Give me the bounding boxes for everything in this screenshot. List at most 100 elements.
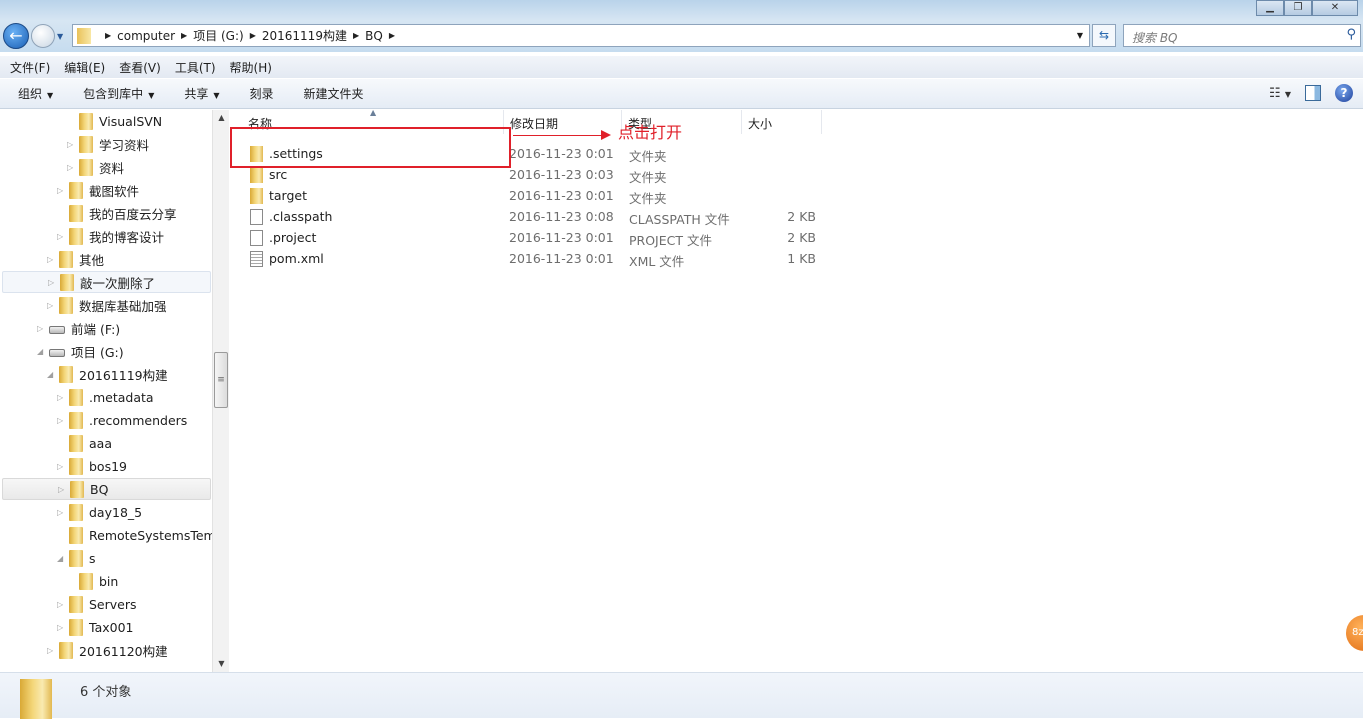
collapsed-arrow-icon[interactable]: ▷: [47, 301, 55, 310]
collapsed-arrow-icon[interactable]: ▷: [48, 278, 56, 287]
tree-item[interactable]: ▷ 其他: [2, 248, 211, 270]
column-size[interactable]: 大小: [742, 110, 822, 134]
breadcrumb-separator-icon[interactable]: ▶: [389, 31, 395, 40]
include-in-library-button[interactable]: 包含到库中 ▼: [83, 85, 154, 102]
breadcrumb-separator-icon[interactable]: ▶: [250, 31, 256, 40]
scroll-thumb[interactable]: ≡: [214, 352, 228, 408]
forward-button[interactable]: [31, 24, 55, 48]
annotation-highlight-box: [230, 127, 511, 168]
share-button[interactable]: 共享 ▼: [184, 85, 219, 102]
file-type: PROJECT 文件: [629, 233, 712, 248]
collapsed-arrow-icon[interactable]: ▷: [47, 646, 55, 655]
expanded-arrow-icon[interactable]: ◢: [37, 347, 45, 356]
collapsed-arrow-icon[interactable]: ▷: [57, 186, 65, 195]
menu-item[interactable]: 编辑(E): [64, 59, 105, 76]
tree-item[interactable]: ▷ .metadata: [2, 386, 211, 408]
back-button[interactable]: ←: [3, 23, 29, 49]
breadcrumb-item[interactable]: 项目 (G:): [193, 27, 244, 44]
tree-item[interactable]: aaa: [2, 432, 211, 454]
preview-pane-icon[interactable]: [1305, 85, 1321, 101]
help-icon[interactable]: ?: [1335, 84, 1353, 102]
tree-item-label: 20161120构建: [79, 643, 168, 659]
tree-item[interactable]: ▷ 资料: [2, 156, 211, 178]
tree-item[interactable]: 我的百度云分享: [2, 202, 211, 224]
file-row[interactable]: .project 2016-11-23 0:01 PROJECT 文件 2 KB: [230, 227, 830, 248]
breadcrumb-item[interactable]: BQ: [365, 29, 383, 43]
close-button[interactable]: ✕: [1312, 0, 1358, 16]
menu-item[interactable]: 工具(T): [175, 59, 216, 76]
tree-scrollbar[interactable]: ▲ ≡ ▼: [212, 110, 229, 672]
tree-item-label: BQ: [90, 481, 109, 497]
tree-item[interactable]: ▷ 学习资料: [2, 133, 211, 155]
file-row[interactable]: target 2016-11-23 0:01 文件夹: [230, 185, 830, 206]
collapsed-arrow-icon[interactable]: ▷: [57, 508, 65, 517]
tree-item[interactable]: ▷ 前端 (F:): [2, 317, 211, 339]
tree-item[interactable]: ▷ 截图软件: [2, 179, 211, 201]
tree-item[interactable]: ▷ 敲一次删除了: [2, 271, 211, 293]
collapsed-arrow-icon[interactable]: ▷: [57, 462, 65, 471]
file-size: 2 KB: [787, 230, 816, 245]
tree-item[interactable]: ▷ day18_5: [2, 501, 211, 523]
tree-item[interactable]: ◢ 项目 (G:): [2, 340, 211, 362]
tree-item[interactable]: ▷ Servers: [2, 593, 211, 615]
tree-item[interactable]: ◢ 20161119构建: [2, 363, 211, 385]
tree-item-label: 我的百度云分享: [89, 206, 177, 222]
tree-item[interactable]: ▷ BQ: [2, 478, 211, 500]
collapsed-arrow-icon[interactable]: ▷: [57, 232, 65, 241]
menu-item[interactable]: 帮助(H): [230, 59, 272, 76]
restore-button[interactable]: ❐: [1284, 0, 1312, 16]
search-icon[interactable]: ⚲: [1346, 27, 1356, 42]
file-row[interactable]: .classpath 2016-11-23 0:08 CLASSPATH 文件 2 K…: [230, 206, 830, 227]
tree-item[interactable]: ▷ 数据库基础加强: [2, 294, 211, 316]
file-icon: [250, 209, 263, 225]
tree-item[interactable]: ▷ .recommenders: [2, 409, 211, 431]
collapsed-arrow-icon[interactable]: ▷: [67, 140, 75, 149]
breadcrumb-separator-icon[interactable]: ▶: [105, 31, 111, 40]
expanded-arrow-icon[interactable]: ◢: [57, 554, 65, 563]
new-folder-button[interactable]: 新建文件夹: [304, 85, 364, 102]
address-dropdown-icon[interactable]: ▼: [1077, 31, 1083, 40]
file-name: src: [269, 167, 288, 182]
expanded-arrow-icon[interactable]: ◢: [47, 370, 55, 379]
tree-item[interactable]: ▷ 20161120构建: [2, 639, 211, 661]
tree-item[interactable]: ▷ 我的博客设计: [2, 225, 211, 247]
menu-item[interactable]: 文件(F): [10, 59, 50, 76]
collapsed-arrow-icon[interactable]: ▷: [57, 416, 65, 425]
file-row[interactable]: pom.xml 2016-11-23 0:01 XML 文件 1 KB: [230, 248, 830, 269]
collapsed-arrow-icon[interactable]: ▷: [58, 485, 66, 494]
scroll-down-icon[interactable]: ▼: [213, 656, 230, 672]
breadcrumb-item[interactable]: 20161119构建: [262, 27, 347, 44]
tree-item-label: s: [89, 550, 96, 566]
breadcrumb-separator-icon[interactable]: ▶: [181, 31, 187, 40]
tree-item[interactable]: ◢ s: [2, 547, 211, 569]
minimize-button[interactable]: ▁: [1256, 0, 1284, 16]
collapsed-arrow-icon[interactable]: ▷: [37, 324, 45, 333]
tree-item[interactable]: bin: [2, 570, 211, 592]
tree-item[interactable]: ▷ bos19: [2, 455, 211, 477]
folder-icon: [250, 188, 263, 204]
tree-item[interactable]: RemoteSystemsTempF: [2, 524, 212, 546]
folder-icon: [69, 204, 83, 222]
tree-item[interactable]: ▷ Tax001: [2, 616, 211, 638]
breadcrumb-separator-icon[interactable]: ▶: [353, 31, 359, 40]
tree-item[interactable]: VisualSVN: [2, 110, 211, 132]
menu-item[interactable]: 查看(V): [119, 59, 161, 76]
tree-item-label: Tax001: [89, 619, 134, 635]
file-type: 文件夹: [629, 170, 667, 185]
breadcrumb-item[interactable]: computer: [117, 29, 175, 43]
organize-button[interactable]: 组织 ▼: [18, 85, 53, 102]
address-bar[interactable]: ▶ computer ▶ 项目 (G:) ▶ 20161119构建 ▶ BQ ▶ ▼: [72, 24, 1090, 47]
search-input[interactable]: 搜索 BQ ⚲: [1123, 24, 1361, 47]
collapsed-arrow-icon[interactable]: ▷: [57, 623, 65, 632]
folder-icon: [70, 480, 84, 498]
burn-button[interactable]: 刻录: [250, 85, 274, 102]
history-dropdown-icon[interactable]: ▼: [57, 32, 63, 41]
scroll-up-icon[interactable]: ▲: [213, 110, 230, 126]
collapsed-arrow-icon[interactable]: ▷: [47, 255, 55, 264]
collapsed-arrow-icon[interactable]: ▷: [57, 600, 65, 609]
collapsed-arrow-icon[interactable]: ▷: [67, 163, 75, 172]
refresh-button[interactable]: ⇆: [1092, 24, 1116, 47]
collapsed-arrow-icon[interactable]: ▷: [57, 393, 65, 402]
folder-icon: [59, 641, 73, 659]
view-options-icon[interactable]: ☷ ▼: [1269, 86, 1291, 101]
